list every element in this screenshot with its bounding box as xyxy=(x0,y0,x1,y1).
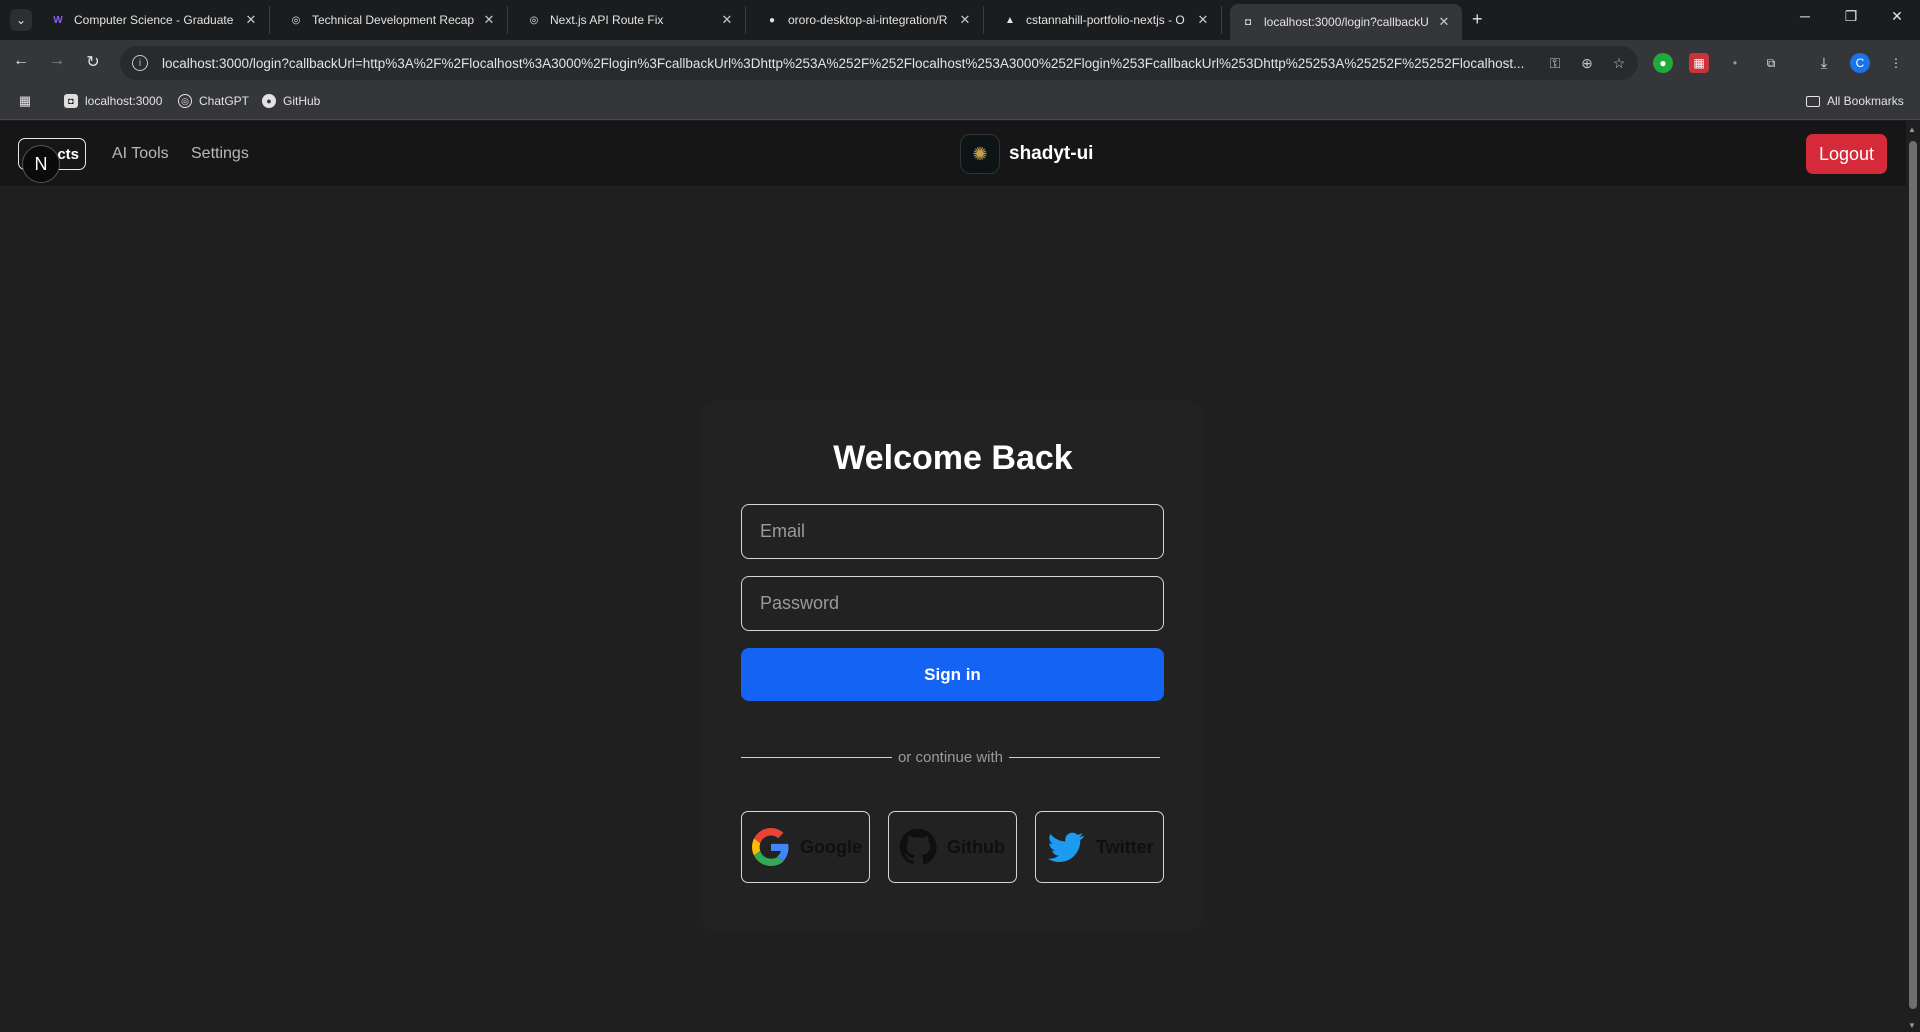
page-scrollbar[interactable]: ▲ ▼ xyxy=(1906,121,1920,1032)
profile-avatar[interactable]: C xyxy=(1850,53,1870,73)
downloads-icon[interactable]: ⤓ xyxy=(1814,53,1834,73)
scroll-down-icon[interactable]: ▼ xyxy=(1908,1021,1916,1030)
extension-green-icon[interactable]: ● xyxy=(1653,53,1673,73)
bookmarks-bar: ▦ ◘ localhost:3000 ◎ ChatGPT ● GitHub Al… xyxy=(0,86,1920,120)
nav-link-settings[interactable]: Settings xyxy=(191,145,249,163)
tab-close-icon[interactable]: ✕ xyxy=(243,12,259,28)
tab-favicon-icon: ◎ xyxy=(291,14,301,26)
tab-close-icon[interactable]: ✕ xyxy=(957,12,973,28)
browser-toolbar: ← → ↻ i localhost:3000/login?callbackUrl… xyxy=(0,40,1920,86)
address-bar[interactable]: i localhost:3000/login?callbackUrl=http%… xyxy=(120,46,1638,80)
logout-button[interactable]: Logout xyxy=(1806,134,1887,174)
bookmark-github[interactable]: ● GitHub xyxy=(262,94,320,108)
site-info-icon[interactable]: i xyxy=(132,55,148,71)
extensions-puzzle-icon[interactable]: ⧉ xyxy=(1761,53,1781,73)
sign-in-button[interactable]: Sign in xyxy=(741,648,1164,701)
tab-favicon-icon: ◎ xyxy=(529,14,539,26)
all-bookmarks[interactable]: All Bookmarks xyxy=(1806,94,1904,108)
tab-close-icon[interactable]: ✕ xyxy=(719,12,735,28)
back-icon[interactable]: ← xyxy=(10,52,32,70)
tab-6-active[interactable]: ◘ localhost:3000/login?callbackU ✕ xyxy=(1230,4,1462,40)
apps-grid-icon[interactable]: ▦ xyxy=(18,93,39,108)
address-url[interactable]: localhost:3000/login?callbackUrl=http%3A… xyxy=(162,56,1532,71)
tab-title: Next.js API Route Fix xyxy=(550,13,664,27)
scrollbar-thumb[interactable] xyxy=(1909,141,1917,1009)
twitter-login-button[interactable]: Twitter xyxy=(1035,811,1164,883)
tab-1[interactable]: W Computer Science - Graduate P ✕ xyxy=(40,6,270,34)
tab-5[interactable]: ▲ cstannahill-portfolio-nextjs - O ✕ xyxy=(992,6,1222,34)
folder-icon xyxy=(1806,95,1820,107)
divider-text: or continue with xyxy=(897,748,1004,766)
password-input[interactable] xyxy=(741,576,1164,631)
browser-menu-icon[interactable]: ⋮ xyxy=(1886,53,1906,73)
twitter-label: Twitter xyxy=(1096,836,1154,857)
twitter-bird-icon xyxy=(1048,832,1084,862)
tab-2[interactable]: ◎ Technical Development Recap ✕ xyxy=(278,6,508,34)
nextjs-dev-badge[interactable]: N xyxy=(22,145,60,183)
extension-red-icon[interactable]: ▦ xyxy=(1689,53,1709,73)
all-bookmarks-label: All Bookmarks xyxy=(1827,94,1904,108)
brand[interactable]: ✺ shadyt-ui xyxy=(960,134,1093,174)
bookmark-localhost[interactable]: ◘ localhost:3000 xyxy=(64,94,162,108)
page-content: cts N AI Tools Settings ✺ shadyt-ui Logo… xyxy=(0,121,1906,1032)
password-key-icon[interactable]: ⚿ xyxy=(1546,55,1564,72)
reload-icon[interactable]: ↻ xyxy=(82,52,104,72)
github-login-button[interactable]: Github xyxy=(888,811,1017,883)
minimize-icon[interactable]: ─ xyxy=(1790,8,1820,24)
chatgpt-icon: ◎ xyxy=(178,94,192,108)
restore-icon[interactable]: ❐ xyxy=(1836,8,1866,25)
tab-search-icon[interactable]: ⌄ xyxy=(10,9,32,31)
localhost-favicon-icon: ◘ xyxy=(64,94,78,108)
scroll-up-icon[interactable]: ▲ xyxy=(1908,125,1916,134)
tab-title: cstannahill-portfolio-nextjs - O xyxy=(1026,13,1185,27)
nav-link-ai-tools[interactable]: AI Tools xyxy=(112,145,169,163)
email-input[interactable] xyxy=(741,504,1164,559)
bookmark-star-icon[interactable]: ☆ xyxy=(1610,55,1628,72)
github-label: Github xyxy=(947,836,1005,857)
tab-title: Technical Development Recap xyxy=(312,13,475,27)
bookmark-label: localhost:3000 xyxy=(85,94,163,108)
new-tab-icon[interactable]: + xyxy=(1472,9,1483,30)
github-icon xyxy=(899,828,937,865)
tab-close-icon[interactable]: ✕ xyxy=(481,12,497,28)
extension-dot-icon[interactable]: • xyxy=(1725,53,1745,73)
tab-favicon-icon: W xyxy=(53,14,63,26)
tab-favicon-icon: ● xyxy=(768,14,776,26)
bookmark-label: ChatGPT xyxy=(199,94,250,108)
tab-3[interactable]: ◎ Next.js API Route Fix ✕ xyxy=(516,6,746,34)
app-navbar: cts N AI Tools Settings ✺ shadyt-ui Logo… xyxy=(0,121,1906,187)
tab-title: localhost:3000/login?callbackU xyxy=(1264,15,1429,29)
tab-title: ororo-desktop-ai-integration/R xyxy=(788,13,948,27)
google-login-button[interactable]: Google xyxy=(741,811,870,883)
bookmark-chatgpt[interactable]: ◎ ChatGPT xyxy=(178,94,249,108)
github-icon: ● xyxy=(262,94,276,108)
google-label: Google xyxy=(800,836,862,857)
google-icon xyxy=(752,828,789,866)
divider-line xyxy=(1009,756,1160,758)
login-title: Welcome Back xyxy=(833,439,1073,477)
tab-4[interactable]: ● ororo-desktop-ai-integration/R ✕ xyxy=(754,6,984,34)
brand-logo-icon: ✺ xyxy=(960,134,1000,174)
tab-favicon-icon: ◘ xyxy=(1244,16,1252,28)
divider: or continue with xyxy=(741,747,1160,767)
close-window-icon[interactable]: ✕ xyxy=(1882,8,1912,25)
forward-icon[interactable]: → xyxy=(46,52,68,70)
divider-line xyxy=(741,756,892,758)
brand-name: shadyt-ui xyxy=(1009,143,1094,164)
tab-favicon-icon: ▲ xyxy=(1005,14,1015,26)
browser-chrome: ⌄ W Computer Science - Graduate P ✕ ◎ Te… xyxy=(0,0,1920,120)
tab-strip: ⌄ W Computer Science - Graduate P ✕ ◎ Te… xyxy=(0,0,1920,40)
tab-close-icon[interactable]: ✕ xyxy=(1195,12,1211,28)
tab-close-icon[interactable]: ✕ xyxy=(1436,14,1452,30)
zoom-icon[interactable]: ⊕ xyxy=(1578,55,1596,72)
tab-title: Computer Science - Graduate P xyxy=(74,13,237,27)
bookmark-label: GitHub xyxy=(283,94,321,108)
